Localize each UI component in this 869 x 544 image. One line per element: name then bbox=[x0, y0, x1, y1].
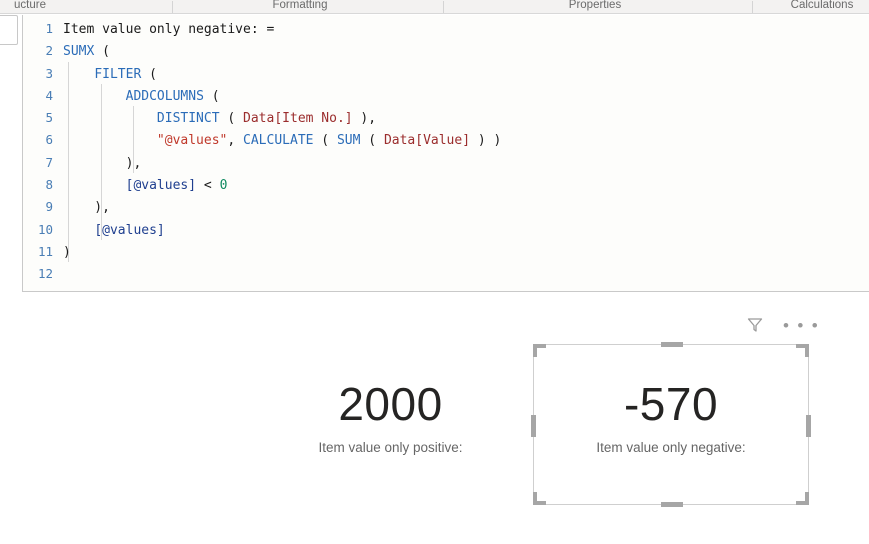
code-token-meas: [@values] bbox=[94, 222, 165, 238]
dax-code-lines[interactable]: 1 Item value only negative: = 2 SUMX (3 FIL… bbox=[23, 18, 869, 286]
code-token-punc: ( bbox=[313, 133, 337, 149]
card-value: 2000 bbox=[338, 377, 443, 430]
code-line[interactable]: 5 DISTINCT ( Data[Item No.] ), bbox=[23, 107, 869, 129]
resize-handle-bottom-left[interactable] bbox=[533, 492, 546, 505]
more-options-icon[interactable]: • • • bbox=[783, 317, 820, 334]
code-text[interactable]: ), bbox=[53, 197, 110, 219]
code-token-punc: ), bbox=[63, 155, 142, 171]
card-visual-negative[interactable]: -570 Item value only negative: bbox=[533, 345, 809, 490]
card-label: Item value only positive: bbox=[318, 440, 463, 456]
line-number: 2 bbox=[45, 43, 53, 59]
ribbon-group-structure[interactable]: ucture bbox=[0, 0, 80, 13]
code-token-fn: DISTINCT bbox=[156, 111, 220, 127]
code-token-punc: ( bbox=[94, 44, 110, 60]
line-number: 6 bbox=[45, 132, 53, 148]
resize-handle-bottom-right[interactable] bbox=[796, 492, 809, 505]
power-bi-window: ucture Formatting Properties Calculation… bbox=[0, 0, 869, 544]
code-token-punc bbox=[63, 223, 94, 238]
code-token-punc: ( bbox=[203, 88, 220, 104]
code-token-punc: ), bbox=[352, 111, 377, 127]
code-text[interactable]: ), bbox=[53, 153, 142, 175]
code-line[interactable]: 10 [@values] bbox=[23, 219, 869, 241]
code-token-fn: SUMX bbox=[63, 44, 95, 60]
line-number: 12 bbox=[37, 266, 53, 282]
line-number: 11 bbox=[37, 243, 53, 259]
line-number: 9 bbox=[45, 199, 53, 215]
card-label: Item value only negative: bbox=[596, 440, 746, 456]
filter-funnel-icon[interactable] bbox=[745, 315, 765, 335]
code-token-punc: ( bbox=[141, 66, 157, 82]
code-token-punc bbox=[63, 133, 157, 148]
code-token-punc bbox=[63, 89, 126, 104]
formula-bar-region: 1 Item value only negative: = 2 SUMX (3 FIL… bbox=[0, 15, 869, 293]
code-text[interactable]: ADDCOLUMNS ( bbox=[53, 86, 220, 108]
ribbon-divider bbox=[752, 1, 753, 13]
report-canvas[interactable]: 2000 Item value only positive: • • • -57… bbox=[0, 293, 869, 544]
code-line[interactable]: 1 Item value only negative: = bbox=[23, 18, 869, 40]
code-line[interactable]: 4 ADDCOLUMNS ( bbox=[23, 85, 869, 107]
code-token-str: "@values" bbox=[156, 133, 228, 149]
code-token-punc bbox=[63, 178, 126, 193]
card-value: -570 bbox=[623, 377, 719, 430]
line-number: 8 bbox=[45, 177, 53, 193]
code-token-punc bbox=[63, 111, 157, 126]
code-line[interactable]: 7 ), bbox=[23, 152, 869, 174]
code-token-fn: FILTER bbox=[94, 66, 142, 82]
code-token-meas: [@values] bbox=[125, 178, 197, 194]
code-token-punc: < bbox=[196, 178, 220, 194]
code-token-fn: SUM bbox=[336, 133, 361, 149]
code-token-punc: ) ) bbox=[470, 133, 502, 149]
code-text[interactable]: [@values] < 0 bbox=[53, 175, 228, 197]
dax-formula-editor[interactable]: 1 Item value only negative: = 2 SUMX (3 FIL… bbox=[22, 15, 869, 292]
line-number: 10 bbox=[37, 221, 53, 237]
code-text[interactable]: [@values] bbox=[53, 220, 165, 242]
code-text[interactable]: "@values", CALCULATE ( SUM ( Data[Value]… bbox=[53, 130, 501, 152]
code-token-punc: ( bbox=[219, 111, 244, 127]
visual-header-toolbar[interactable]: • • • bbox=[745, 315, 820, 335]
ribbon-strip: ucture Formatting Properties Calculation… bbox=[0, 0, 869, 14]
code-line[interactable]: 6 "@values", CALCULATE ( SUM ( Data[Valu… bbox=[23, 129, 869, 151]
code-line[interactable]: 2 SUMX ( bbox=[23, 40, 869, 62]
ribbon-divider bbox=[172, 1, 173, 13]
ribbon-group-formatting[interactable]: Formatting bbox=[225, 0, 375, 13]
code-token-col: Data[Value] bbox=[383, 133, 471, 149]
code-token-punc bbox=[63, 67, 94, 82]
code-text[interactable]: SUMX ( bbox=[53, 41, 110, 63]
resize-handle-bottom[interactable] bbox=[661, 502, 683, 507]
code-token-punc: ( bbox=[360, 133, 384, 149]
code-line[interactable]: 11) bbox=[23, 241, 869, 263]
code-text[interactable]: Item value only negative: = bbox=[53, 19, 274, 41]
code-token-punc: ) bbox=[63, 244, 71, 260]
code-token-plain: Item value only negative: = bbox=[63, 22, 275, 37]
code-line[interactable]: 9 ), bbox=[23, 196, 869, 218]
code-line[interactable]: 8 [@values] < 0 bbox=[23, 174, 869, 196]
ribbon-divider bbox=[443, 1, 444, 13]
card-visual-positive[interactable]: 2000 Item value only positive: bbox=[268, 345, 513, 490]
code-text[interactable]: DISTINCT ( Data[Item No.] ), bbox=[53, 108, 376, 130]
line-number: 1 bbox=[45, 21, 53, 36]
code-line[interactable]: 3 FILTER ( bbox=[23, 63, 869, 85]
code-token-fn: ADDCOLUMNS bbox=[125, 88, 204, 104]
code-text[interactable]: FILTER ( bbox=[53, 64, 157, 86]
line-number: 7 bbox=[45, 154, 53, 170]
code-token-num: 0 bbox=[219, 178, 228, 194]
code-line[interactable]: 12 bbox=[23, 263, 869, 285]
code-token-fn: CALCULATE bbox=[243, 133, 314, 149]
ribbon-group-calculations[interactable]: Calculations bbox=[762, 0, 869, 13]
code-token-col: Data[Item No.] bbox=[243, 111, 353, 127]
ribbon-group-properties[interactable]: Properties bbox=[520, 0, 670, 13]
code-token-punc: , bbox=[227, 133, 244, 149]
line-number: 5 bbox=[45, 110, 53, 126]
line-number: 3 bbox=[45, 65, 53, 81]
code-token-punc: ), bbox=[63, 200, 110, 216]
line-number: 4 bbox=[45, 87, 53, 103]
formula-name-box[interactable] bbox=[0, 15, 18, 45]
code-text[interactable]: ) bbox=[53, 242, 71, 264]
dax-editor-content[interactable]: 1 Item value only negative: = 2 SUMX (3 FIL… bbox=[23, 15, 869, 291]
